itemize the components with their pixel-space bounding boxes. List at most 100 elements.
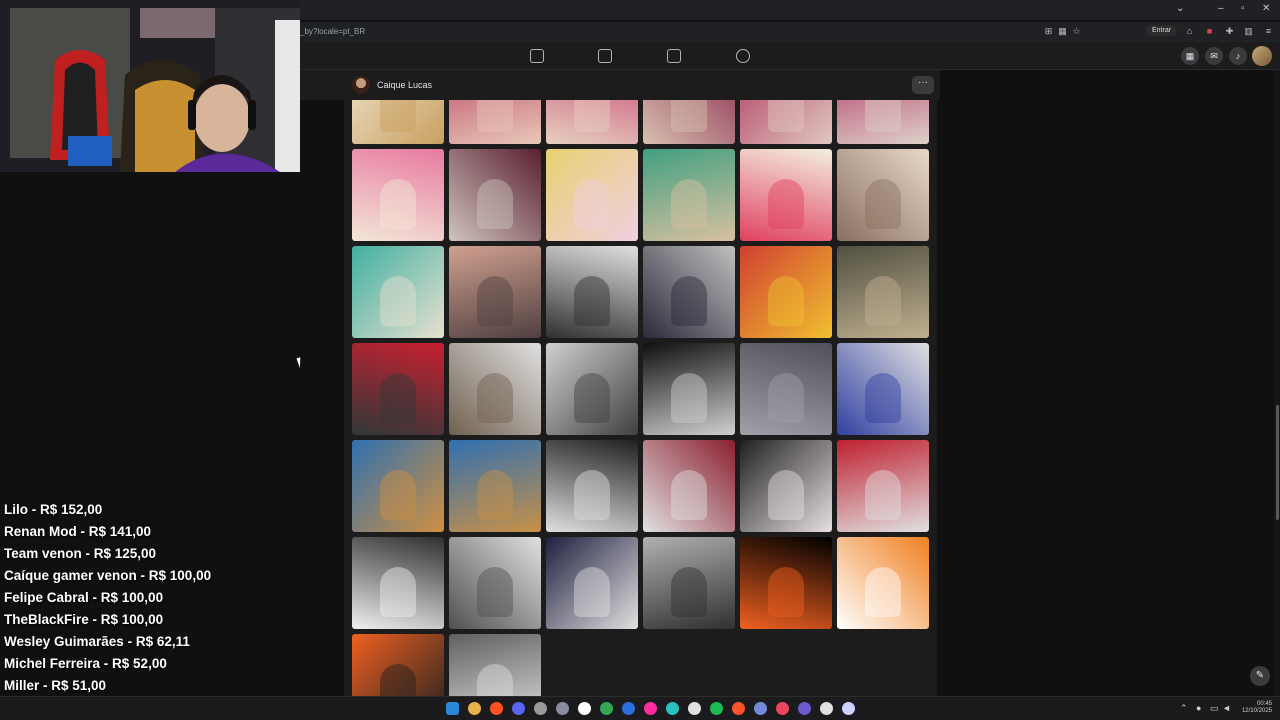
taskbar-app-icon[interactable] bbox=[644, 702, 657, 715]
photo-thumbnail[interactable] bbox=[546, 149, 638, 241]
photo-thumbnail[interactable] bbox=[740, 100, 832, 144]
profile-avatar[interactable] bbox=[352, 76, 370, 94]
photo-thumbnail[interactable] bbox=[449, 343, 541, 435]
photo-thumbnail[interactable] bbox=[643, 537, 735, 629]
photo-subject bbox=[477, 276, 513, 326]
taskbar-app-icon[interactable] bbox=[732, 702, 745, 715]
start-icon[interactable] bbox=[446, 702, 459, 715]
taskbar-app-icon[interactable] bbox=[842, 702, 855, 715]
photo-subject bbox=[477, 179, 513, 229]
webcam-image bbox=[0, 0, 300, 172]
star-icon[interactable]: ☆ bbox=[1071, 26, 1082, 37]
taskbar-app-icon[interactable] bbox=[820, 702, 833, 715]
photo-thumbnail[interactable] bbox=[449, 149, 541, 241]
taskbar-app-icon[interactable] bbox=[776, 702, 789, 715]
photo-thumbnail[interactable] bbox=[449, 100, 541, 144]
scrollbar-track[interactable] bbox=[1274, 70, 1280, 696]
notifications-icon[interactable]: ♪ bbox=[1229, 47, 1247, 65]
taskbar-app-icon[interactable] bbox=[534, 702, 547, 715]
taskbar-app-icon[interactable] bbox=[688, 702, 701, 715]
account-avatar[interactable] bbox=[1252, 46, 1272, 66]
taskbar-app-icon[interactable] bbox=[600, 702, 613, 715]
photo-thumbnail[interactable] bbox=[837, 440, 929, 532]
close-icon[interactable]: ✕ bbox=[1262, 3, 1270, 14]
messenger-icon[interactable]: ✉ bbox=[1205, 47, 1223, 65]
video-icon[interactable] bbox=[598, 49, 612, 63]
photo-thumbnail[interactable] bbox=[352, 634, 444, 696]
photo-thumbnail[interactable] bbox=[740, 343, 832, 435]
signin-button[interactable]: Entrar bbox=[1146, 25, 1178, 36]
photo-thumbnail[interactable] bbox=[837, 537, 929, 629]
photo-thumbnail[interactable] bbox=[352, 440, 444, 532]
volume-icon[interactable]: ◄ bbox=[1222, 703, 1231, 713]
network-icon[interactable]: ▭ bbox=[1210, 703, 1219, 714]
minimize-icon[interactable]: – bbox=[1218, 3, 1224, 14]
photo-thumbnail[interactable] bbox=[643, 440, 735, 532]
menu-icon[interactable]: ≡ bbox=[1263, 26, 1274, 37]
photo-thumbnail[interactable] bbox=[352, 149, 444, 241]
photo-thumbnail[interactable] bbox=[643, 343, 735, 435]
photo-thumbnail[interactable] bbox=[837, 343, 929, 435]
photo-subject bbox=[865, 276, 901, 326]
photo-subject bbox=[380, 276, 416, 326]
marketplace-icon[interactable] bbox=[667, 49, 681, 63]
photo-thumbnail[interactable] bbox=[740, 246, 832, 338]
taskbar-app-icon[interactable] bbox=[798, 702, 811, 715]
photo-subject bbox=[477, 100, 513, 132]
photo-thumbnail[interactable] bbox=[546, 343, 638, 435]
photo-thumbnail[interactable] bbox=[352, 537, 444, 629]
puzzle-icon[interactable]: ✚ bbox=[1224, 26, 1235, 37]
clock[interactable]: 00:45 12/10/2025 bbox=[1238, 701, 1272, 715]
taskbar-app-icon[interactable] bbox=[622, 702, 635, 715]
photo-thumbnail[interactable] bbox=[546, 440, 638, 532]
photo-thumbnail[interactable] bbox=[449, 440, 541, 532]
mic-icon[interactable]: ● bbox=[1196, 703, 1201, 713]
extension-red-icon[interactable]: ■ bbox=[1204, 26, 1215, 37]
photo-thumbnail[interactable] bbox=[740, 149, 832, 241]
profile-name[interactable]: Caique Lucas bbox=[377, 80, 432, 90]
photo-thumbnail[interactable] bbox=[352, 343, 444, 435]
photo-thumbnail[interactable] bbox=[837, 246, 929, 338]
menu-grid-icon[interactable]: ▦ bbox=[1181, 47, 1199, 65]
photo-thumbnail[interactable] bbox=[643, 149, 735, 241]
scrollbar-thumb[interactable] bbox=[1276, 405, 1279, 520]
more-options-button[interactable]: ··· bbox=[912, 76, 934, 94]
photo-thumbnail[interactable] bbox=[837, 100, 929, 144]
photo-thumbnail[interactable] bbox=[643, 100, 735, 144]
taskbar-app-icon[interactable] bbox=[556, 702, 569, 715]
photo-thumbnail[interactable] bbox=[449, 634, 541, 696]
photo-thumbnail[interactable] bbox=[546, 246, 638, 338]
photo-subject bbox=[865, 179, 901, 229]
taskbar-app-icon[interactable] bbox=[710, 702, 723, 715]
groups-icon[interactable] bbox=[736, 49, 750, 63]
photo-subject bbox=[768, 373, 804, 423]
taskbar-app-icon[interactable] bbox=[512, 702, 525, 715]
extensions-icon[interactable]: ⌂ bbox=[1184, 26, 1195, 37]
taskbar-app-icon[interactable] bbox=[490, 702, 503, 715]
home-icon[interactable] bbox=[530, 49, 544, 63]
photo-thumbnail[interactable] bbox=[352, 246, 444, 338]
taskbar-app-icon[interactable] bbox=[666, 702, 679, 715]
sidepanel-icon[interactable]: ▥ bbox=[1243, 26, 1254, 37]
photo-subject bbox=[768, 470, 804, 520]
photo-thumbnail[interactable] bbox=[740, 537, 832, 629]
apps-icon[interactable]: ▦ bbox=[1057, 26, 1068, 37]
maximize-icon[interactable]: ▫ bbox=[1241, 3, 1245, 14]
install-icon[interactable]: ⊞ bbox=[1043, 26, 1054, 37]
taskbar-app-icon[interactable] bbox=[578, 702, 591, 715]
photo-thumbnail[interactable] bbox=[643, 246, 735, 338]
chevron-down-icon[interactable]: ⌄ bbox=[1176, 3, 1184, 14]
edit-icon[interactable]: ✎ bbox=[1250, 666, 1270, 686]
photo-subject bbox=[768, 567, 804, 617]
photo-thumbnail[interactable] bbox=[449, 537, 541, 629]
url-text[interactable]: _by?locale=pt_BR bbox=[300, 27, 365, 36]
taskbar-app-icon[interactable] bbox=[468, 702, 481, 715]
photo-thumbnail[interactable] bbox=[546, 537, 638, 629]
photo-thumbnail[interactable] bbox=[837, 149, 929, 241]
photo-thumbnail[interactable] bbox=[740, 440, 832, 532]
photo-thumbnail[interactable] bbox=[352, 100, 444, 144]
taskbar-app-icon[interactable] bbox=[754, 702, 767, 715]
photo-thumbnail[interactable] bbox=[449, 246, 541, 338]
photo-thumbnail[interactable] bbox=[546, 100, 638, 144]
tray-chevron-icon[interactable]: ⌃ bbox=[1180, 703, 1188, 714]
